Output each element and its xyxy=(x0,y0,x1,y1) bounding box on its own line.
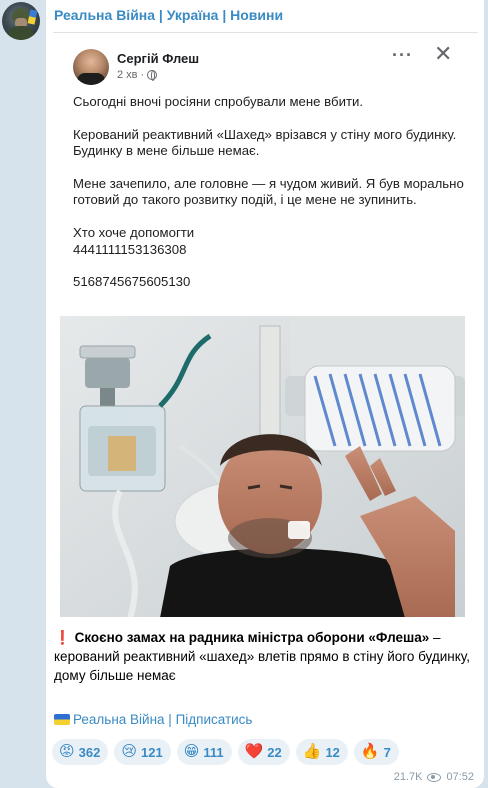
post-time: 2 хв xyxy=(117,69,138,81)
view-count: 21.7K xyxy=(393,771,423,783)
hospital-photo xyxy=(60,316,465,617)
reaction-heart[interactable]: ❤️ 22 xyxy=(237,739,290,765)
eye-icon xyxy=(427,772,442,782)
hospital-photo-illustration xyxy=(60,316,465,617)
message-footer: 21.7K 07:52 xyxy=(394,771,474,783)
post-paragraph: Хто хоче допомогти xyxy=(73,225,195,241)
grinning-face-icon: 😁 xyxy=(183,743,200,760)
globe-icon xyxy=(147,70,158,81)
card-number: 5168745675605130 xyxy=(73,274,191,290)
fire-icon: 🔥 xyxy=(360,743,380,760)
ukraine-flag-icon xyxy=(54,714,70,725)
message-bubble: Реальна Війна | Україна | Новини Сергій … xyxy=(46,0,484,788)
angry-face-icon: 😡 xyxy=(59,743,75,760)
reaction-crying[interactable]: 😢 121 xyxy=(114,739,171,765)
channel-avatar[interactable] xyxy=(2,2,40,40)
post-paragraph: Мене зачепило, але головне — я чудом жив… xyxy=(73,176,464,208)
exclamation-icon: ❗ xyxy=(54,630,71,645)
thumbs-up-icon: 👍 xyxy=(302,743,322,760)
more-icon: ··· xyxy=(392,45,413,65)
author-avatar xyxy=(73,49,109,85)
heart-icon: ❤️ xyxy=(244,743,264,760)
post-meta: 2 хв · xyxy=(117,69,158,81)
reaction-count: 7 xyxy=(383,744,391,760)
reactions-bar: 😡 362 😢 121 😁 111 ❤️ 22 👍 12 🔥 7 xyxy=(52,739,399,765)
crying-face-icon: 😢 xyxy=(121,743,137,760)
post-text: Сьогодні вночі росіяни спробували мене в… xyxy=(73,94,468,291)
message-time: 07:52 xyxy=(446,771,474,783)
message-caption: ❗ Скоєно замах на радника міністра оборо… xyxy=(54,628,474,685)
subscribe-link-text[interactable]: Реальна Війна | Підписатись xyxy=(73,712,252,727)
dot-separator: · xyxy=(140,69,145,81)
channel-title[interactable]: Реальна Війна | Україна | Новини xyxy=(54,7,283,23)
post-paragraph: Керований реактивний «Шахед» врізався у … xyxy=(73,126,457,159)
reaction-count: 362 xyxy=(78,744,101,760)
reaction-grinning[interactable]: 😁 111 xyxy=(176,739,232,765)
reaction-angry[interactable]: 😡 362 xyxy=(52,739,109,765)
reaction-count: 12 xyxy=(325,744,340,760)
post-paragraph: Сьогодні вночі росіяни спробували мене в… xyxy=(73,94,364,109)
reaction-fire[interactable]: 🔥 7 xyxy=(353,739,399,765)
post-image[interactable]: Сергій Флеш 2 хв · ··· ✕ Сьогодні вночі … xyxy=(53,32,478,617)
reaction-count: 111 xyxy=(203,744,224,760)
reaction-count: 121 xyxy=(140,744,163,760)
card-number: 4441111153136308 xyxy=(73,241,187,257)
reaction-count: 22 xyxy=(267,744,282,760)
reaction-thumbs-up[interactable]: 👍 12 xyxy=(295,739,348,765)
caption-headline: Скоєно замах на радника міністра оборони… xyxy=(74,630,430,645)
author-name: Сергій Флеш xyxy=(117,51,200,66)
subscribe-link[interactable]: Реальна Війна | Підписатись xyxy=(54,712,252,727)
close-icon: ✕ xyxy=(434,41,453,66)
